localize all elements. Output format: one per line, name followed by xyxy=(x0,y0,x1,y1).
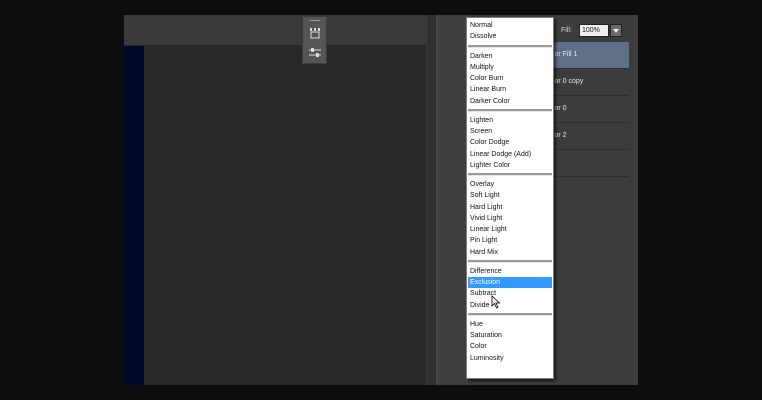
menu-separator xyxy=(468,173,552,176)
arrow-cursor-icon xyxy=(491,295,501,309)
blend-mode-difference[interactable]: Difference xyxy=(468,266,552,277)
blend-mode-hue[interactable]: Hue xyxy=(468,319,552,330)
fill-dropdown-button[interactable] xyxy=(610,24,622,37)
panel-divider xyxy=(426,15,436,385)
menu-separator xyxy=(468,259,552,263)
blend-mode-darker-color[interactable]: Darker Color xyxy=(468,96,552,107)
blend-mode-exclusion[interactable]: Exclusion xyxy=(468,277,552,288)
sliders-icon[interactable] xyxy=(308,47,322,59)
layer-name: olor 0 copy xyxy=(549,78,584,85)
blend-mode-linear-dodge-add[interactable]: Linear Dodge (Add) xyxy=(468,149,552,160)
panel-grip[interactable] xyxy=(310,20,320,21)
blend-mode-color-burn[interactable]: Color Burn xyxy=(468,73,552,84)
blend-mode-normal[interactable]: Normal xyxy=(468,20,552,31)
blend-mode-subtract[interactable]: Subtract xyxy=(468,288,552,299)
blend-mode-color[interactable]: Color xyxy=(468,341,552,352)
photoshop-window: Fill: 100% olor Fill 1 olor 0 copy olor 0o… xyxy=(124,15,638,385)
blend-mode-lighten[interactable]: Lighten xyxy=(468,115,552,126)
blend-mode-dissolve[interactable]: Dissolve xyxy=(468,31,552,42)
options-bar xyxy=(124,15,438,46)
blend-mode-overlay[interactable]: Overlay xyxy=(468,179,552,190)
blend-mode-pin-light[interactable]: Pin Light xyxy=(468,235,552,246)
blend-mode-vivid-light[interactable]: Vivid Light xyxy=(468,213,552,224)
fill-input[interactable]: 100% xyxy=(579,24,609,37)
collapsed-panel-strip xyxy=(436,15,466,385)
blend-mode-multiply[interactable]: Multiply xyxy=(468,62,552,73)
blend-mode-divide[interactable]: Divide xyxy=(468,300,552,311)
document-canvas[interactable] xyxy=(124,46,144,385)
blend-mode-linear-light[interactable]: Linear Light xyxy=(468,224,552,235)
blend-mode-luminosity[interactable]: Luminosity xyxy=(468,353,552,364)
blend-mode-saturation[interactable]: Saturation xyxy=(468,330,552,341)
brush-settings-icon[interactable] xyxy=(308,27,322,39)
menu-separator xyxy=(468,312,552,316)
blend-mode-darken[interactable]: Darken xyxy=(468,51,552,62)
blend-mode-hard-light[interactable]: Hard Light xyxy=(468,202,552,213)
menu-separator xyxy=(468,108,552,112)
blend-mode-screen[interactable]: Screen xyxy=(468,126,552,137)
mini-tool-panel xyxy=(302,16,327,64)
blend-mode-dropdown: Normal Dissolve Darken Multiply Color Burn Li… xyxy=(466,17,554,379)
blend-mode-soft-light[interactable]: Soft Light xyxy=(468,190,552,201)
menu-separator xyxy=(468,44,552,48)
blend-mode-lighter-color[interactable]: Lighter Color xyxy=(468,160,552,171)
blend-mode-hard-mix[interactable]: Hard Mix xyxy=(468,247,552,258)
blend-mode-color-dodge[interactable]: Color Dodge xyxy=(468,137,552,148)
blend-mode-linear-burn[interactable]: Linear Burn xyxy=(468,84,552,95)
fill-label: Fill: xyxy=(561,27,572,34)
canvas-area[interactable] xyxy=(124,46,426,385)
